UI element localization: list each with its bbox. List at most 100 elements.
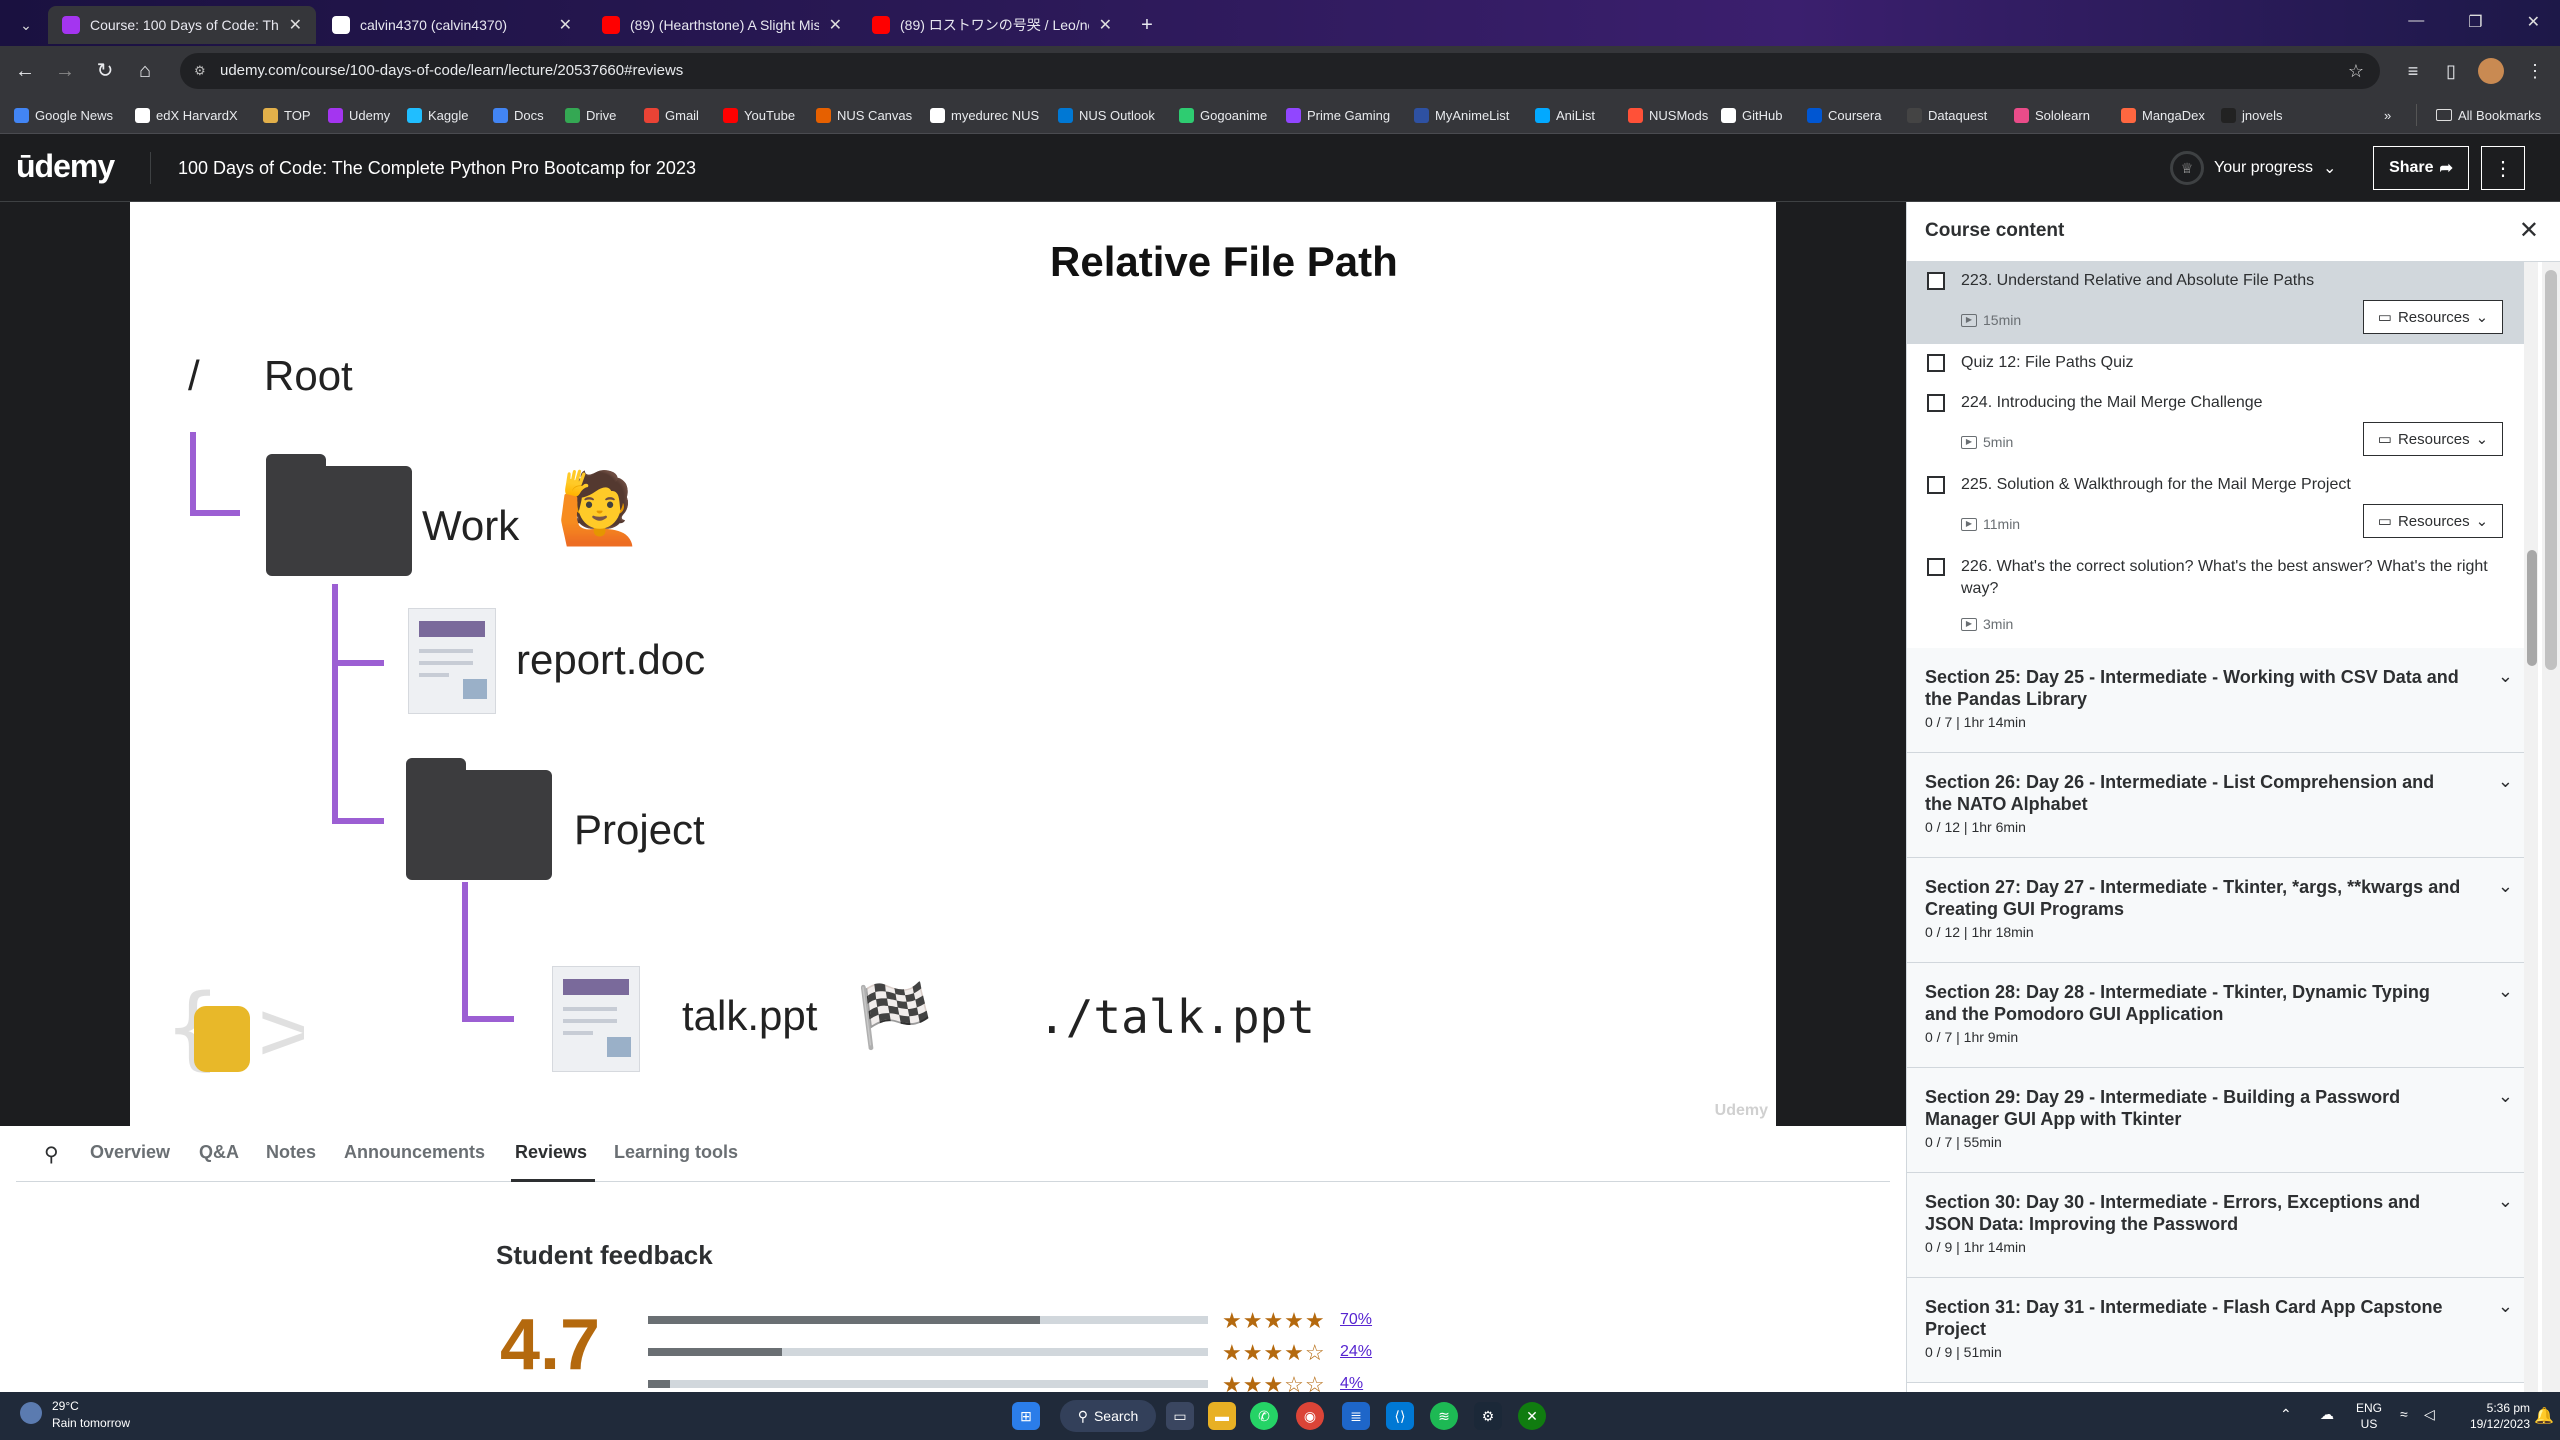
rating-percent-link[interactable]: 24% <box>1340 1343 1372 1361</box>
bookmark-item[interactable]: Sololearn <box>2014 104 2090 126</box>
lecture-checkbox[interactable] <box>1927 476 1945 494</box>
section-accordion[interactable]: Section 31: Day 31 - Intermediate - Flas… <box>1907 1278 2537 1383</box>
bookmark-item[interactable]: GitHub <box>1721 104 1782 126</box>
minimize-button[interactable]: — <box>2408 12 2424 32</box>
language-indicator[interactable]: ENG US <box>2356 1400 2382 1432</box>
home-button[interactable]: ⌂ <box>132 58 158 84</box>
course-title[interactable]: 100 Days of Code: The Complete Python Pr… <box>178 158 696 179</box>
section-accordion[interactable]: Section 28: Day 28 - Intermediate - Tkin… <box>1907 963 2537 1068</box>
bookmark-item[interactable]: MangaDex <box>2121 104 2205 126</box>
bookmark-item[interactable]: TOP <box>263 104 311 126</box>
resources-button[interactable]: ▭ Resources ⌄ <box>2363 300 2503 334</box>
notification-bell-icon[interactable]: 🔔 <box>2534 1406 2554 1426</box>
weather-widget[interactable]: 29°C Rain tomorrow <box>20 1398 130 1432</box>
bookmark-item[interactable]: NUS Canvas <box>816 104 912 126</box>
sidebar-scrollbar[interactable] <box>2524 262 2538 1392</box>
rating-percent-link[interactable]: 70% <box>1340 1311 1372 1329</box>
bookmark-item[interactable]: Prime Gaming <box>1286 104 1390 126</box>
new-tab-button[interactable]: + <box>1132 6 1162 44</box>
section-accordion[interactable]: Section 27: Day 27 - Intermediate - Tkin… <box>1907 858 2537 963</box>
bookmarks-overflow-button[interactable]: » <box>2384 104 2391 126</box>
bookmark-item[interactable]: Coursera <box>1807 104 1881 126</box>
close-sidebar-icon[interactable]: ✕ <box>2519 216 2539 245</box>
tab-close-icon[interactable]: ✕ <box>289 15 302 35</box>
task-view-icon[interactable]: ▭ <box>1166 1402 1194 1430</box>
bookmark-item[interactable]: Gogoanime <box>1179 104 1267 126</box>
section-accordion[interactable]: Section 29: Day 29 - Intermediate - Buil… <box>1907 1068 2537 1173</box>
bookmark-item[interactable]: edX HarvardX <box>135 104 238 126</box>
share-button[interactable]: Share ➦ <box>2373 146 2469 190</box>
bookmark-item[interactable]: Docs <box>493 104 544 126</box>
all-bookmarks-button[interactable]: All Bookmarks <box>2436 104 2541 126</box>
tab-reviews[interactable]: Reviews <box>515 1142 587 1163</box>
tab-close-icon[interactable]: ✕ <box>559 15 572 35</box>
vscode-icon[interactable]: ⟨⟩ <box>1386 1402 1414 1430</box>
resources-button[interactable]: ▭ Resources ⌄ <box>2363 504 2503 538</box>
section-accordion[interactable]: Section 25: Day 25 - Intermediate - Work… <box>1907 648 2537 753</box>
browser-tab[interactable]: Course: 100 Days of Code: The Co ✕ <box>48 6 316 44</box>
lecture-checkbox[interactable] <box>1927 354 1945 372</box>
more-options-button[interactable]: ⋮ <box>2481 146 2525 190</box>
bookmark-item[interactable]: Dataquest <box>1907 104 1987 126</box>
rating-percent-link[interactable]: 4% <box>1340 1375 1363 1393</box>
browser-tab[interactable]: (89) (Hearthstone) A Slight Misfire ✕ <box>588 6 856 44</box>
tab-announcements[interactable]: Announcements <box>344 1142 485 1163</box>
udemy-logo[interactable]: ūdemy <box>16 148 115 185</box>
browser-menu-icon[interactable]: ⋮ <box>2522 58 2548 84</box>
tab-learning-tools[interactable]: Learning tools <box>614 1142 738 1163</box>
start-windows-icon[interactable]: ⊞ <box>1012 1402 1040 1430</box>
bookmark-item[interactable]: Udemy <box>328 104 390 126</box>
section-accordion[interactable]: Section 26: Day 26 - Intermediate - List… <box>1907 753 2537 858</box>
clock[interactable]: 5:36 pm 19/12/2023 <box>2450 1400 2530 1432</box>
lecture-item[interactable]: Quiz 12: File Paths Quiz <box>1907 344 2537 384</box>
taskbar-search[interactable]: ⚲ Search <box>1060 1400 1156 1432</box>
bookmark-item[interactable]: YouTube <box>723 104 795 126</box>
video-player[interactable]: Relative File Path / Root Work 🙋 report.… <box>0 202 1906 1126</box>
lecture-checkbox[interactable] <box>1927 272 1945 290</box>
tab-search-button[interactable]: ⌄ <box>6 6 46 44</box>
steam-icon[interactable]: ⚙ <box>1474 1402 1502 1430</box>
bookmark-item[interactable]: Google News <box>14 104 113 126</box>
tab-overview[interactable]: Overview <box>90 1142 170 1163</box>
section-accordion[interactable]: Section 30: Day 30 - Intermediate - Erro… <box>1907 1173 2537 1278</box>
bookmark-item[interactable]: jnovels <box>2221 104 2282 126</box>
tab-notes[interactable]: Notes <box>266 1142 316 1163</box>
bookmark-item[interactable]: Kaggle <box>407 104 468 126</box>
sidebar-scrollbar-thumb[interactable] <box>2527 550 2537 666</box>
lecture-item[interactable]: 224. Introducing the Mail Merge Challeng… <box>1907 384 2537 466</box>
search-icon[interactable]: ⚲ <box>44 1142 59 1167</box>
bookmark-item[interactable]: NUSMods <box>1628 104 1708 126</box>
bookmark-item[interactable]: MyAnimeList <box>1414 104 1509 126</box>
bookmark-item[interactable]: myedurec NUS <box>930 104 1039 126</box>
lecture-item[interactable]: 225. Solution & Walkthrough for the Mail… <box>1907 466 2537 548</box>
notepad-icon[interactable]: ≣ <box>1342 1402 1370 1430</box>
address-bar[interactable]: ⚙ udemy.com/course/100-days-of-code/lear… <box>180 53 2380 89</box>
site-info-icon[interactable]: ⚙ <box>194 53 206 89</box>
maximize-button[interactable]: ❐ <box>2468 12 2482 32</box>
xbox-icon[interactable]: ✕ <box>1518 1402 1546 1430</box>
cloud-icon[interactable]: ☁ <box>2320 1406 2334 1423</box>
lecture-checkbox[interactable] <box>1927 394 1945 412</box>
lecture-item[interactable]: 223. Understand Relative and Absolute Fi… <box>1907 262 2537 344</box>
bookmark-item[interactable]: NUS Outlook <box>1058 104 1155 126</box>
spotify-icon[interactable]: ≋ <box>1430 1402 1458 1430</box>
lecture-checkbox[interactable] <box>1927 558 1945 576</box>
close-window-button[interactable]: ✕ <box>2527 12 2540 32</box>
back-button[interactable]: ← <box>12 58 38 84</box>
bookmark-item[interactable]: Gmail <box>644 104 699 126</box>
volume-icon[interactable]: ◁ <box>2424 1406 2435 1423</box>
profile-avatar[interactable] <box>2478 58 2504 84</box>
resources-button[interactable]: ▭ Resources ⌄ <box>2363 422 2503 456</box>
chrome-icon[interactable]: ◉ <box>1296 1402 1324 1430</box>
lecture-item[interactable]: 226. What's the correct solution? What's… <box>1907 548 2537 648</box>
tab-q-a[interactable]: Q&A <box>199 1142 239 1163</box>
forward-button[interactable]: → <box>52 58 78 84</box>
bookmark-star-icon[interactable]: ☆ <box>2348 53 2364 89</box>
tab-close-icon[interactable]: ✕ <box>829 15 842 35</box>
progress-dropdown[interactable]: ♕ Your progress ⌄ <box>2170 150 2336 186</box>
media-icon[interactable]: ≡ <box>2400 58 2426 84</box>
bookmark-item[interactable]: AniList <box>1535 104 1595 126</box>
wifi-icon[interactable]: ≈ <box>2400 1406 2408 1422</box>
browser-tab[interactable]: calvin4370 (calvin4370) ✕ <box>318 6 586 44</box>
show-hidden-icons[interactable]: ⌃ <box>2280 1406 2292 1423</box>
